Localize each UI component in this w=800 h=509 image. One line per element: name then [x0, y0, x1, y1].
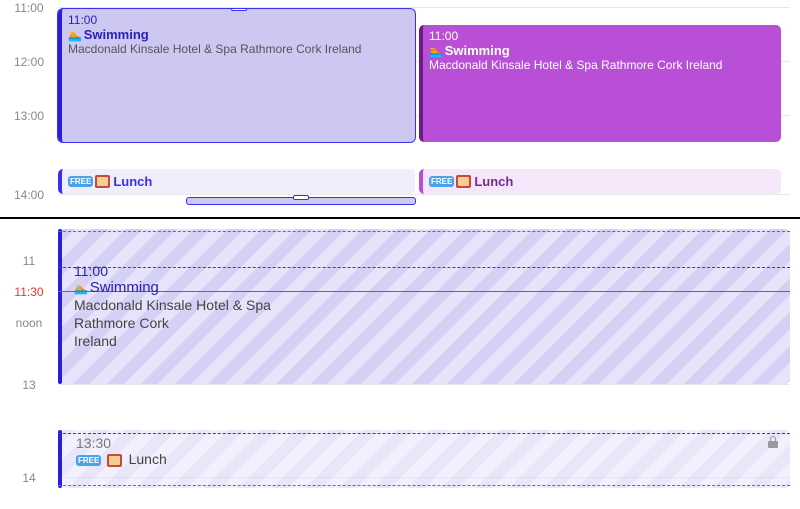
calendar-badge-icon [456, 175, 471, 188]
time-gutter: 11:00 12:00 13:00 14:00 [0, 0, 58, 217]
event-location-line: Macdonald Kinsale Hotel & Spa [74, 296, 271, 314]
event-swimming-right[interactable]: 11:00 Swimming Macdonald Kinsale Hotel &… [419, 25, 781, 142]
event-time: 13:30 [76, 435, 776, 451]
time-label-14: 14:00 [0, 188, 58, 202]
event-leftbar [58, 430, 62, 488]
event-location: Macdonald Kinsale Hotel & Spa Rathmore C… [429, 58, 775, 73]
time-label-12: 12:00 [0, 55, 58, 69]
calendar-grid[interactable]: 11:00 Swimming Macdonald Kinsale Hotel &… [58, 219, 790, 507]
drag-handle-top[interactable] [231, 9, 247, 11]
current-time-label: 11:30 [0, 285, 58, 299]
lock-icon [768, 436, 778, 448]
time-gutter: 11 11:30 noon 13 14 [0, 219, 58, 507]
time-label-13: 13 [0, 378, 58, 392]
free-badge: FREE [429, 176, 454, 187]
swim-icon [74, 279, 90, 296]
event-location-line: Rathmore Cork [74, 314, 271, 332]
event-title: Lunch [113, 174, 152, 189]
swim-icon [429, 43, 445, 58]
event-lunch[interactable]: 13:30 FREE Lunch [68, 432, 784, 470]
calendar-grid[interactable]: 11:00 Swimming Macdonald Kinsale Hotel &… [58, 0, 790, 217]
event-location: Macdonald Kinsale Hotel & Spa Rathmore C… [68, 42, 409, 57]
free-badge: FREE [68, 176, 93, 187]
calendar-bottom-view: 11 11:30 noon 13 14 11:00 Swimming Macdo… [0, 217, 800, 507]
time-label-13: 13:00 [0, 109, 58, 123]
event-lunch-left[interactable]: FREE Lunch [58, 169, 415, 194]
event-title: Lunch [129, 451, 167, 467]
hour-line [58, 194, 790, 195]
event-title: Swimming [445, 43, 510, 58]
event-lunch-right[interactable]: FREE Lunch [419, 169, 781, 194]
time-label-11: 11:00 [0, 1, 58, 15]
event-leftbar [58, 229, 62, 384]
time-label-11: 11 [0, 254, 58, 268]
hour-line [58, 384, 790, 385]
drag-handle-top[interactable] [293, 195, 309, 200]
time-label-14: 14 [0, 471, 58, 485]
event-title: Swimming [90, 279, 159, 296]
event-time: 11:00 [429, 29, 775, 43]
availability-line [58, 485, 790, 486]
calendar-top-view: 11:00 12:00 13:00 14:00 11:00 Swimming M… [0, 0, 800, 217]
hour-line [58, 7, 790, 8]
event-location-line: Ireland [74, 332, 271, 350]
event-title: Lunch [474, 174, 513, 189]
swim-icon [68, 27, 84, 42]
event-swimming-left[interactable]: 11:00 Swimming Macdonald Kinsale Hotel &… [58, 9, 415, 142]
event-swimming[interactable]: 11:00 Swimming Macdonald Kinsale Hotel &… [64, 257, 281, 357]
event-title: Swimming [84, 27, 149, 42]
drag-ghost-bar[interactable] [186, 197, 416, 205]
calendar-badge-icon [107, 454, 122, 467]
event-time: 11:00 [68, 13, 409, 27]
time-label-noon: noon [0, 316, 58, 330]
calendar-badge-icon [95, 175, 110, 188]
availability-line [58, 231, 790, 232]
event-time: 11:00 [74, 263, 271, 279]
free-badge: FREE [76, 455, 101, 466]
